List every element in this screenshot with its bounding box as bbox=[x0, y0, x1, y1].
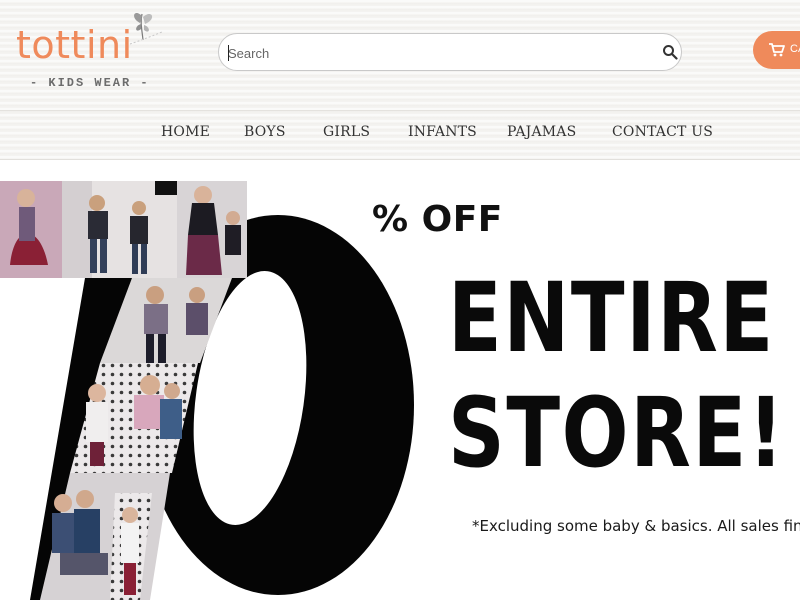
promo-headline-line1: ENTIRE bbox=[448, 262, 775, 374]
brand-logo[interactable]: tottini - KIDS WEAR - bbox=[14, 8, 164, 90]
cart-label: CA bbox=[790, 43, 800, 55]
text-caret bbox=[228, 45, 229, 61]
brand-name: tottini bbox=[16, 23, 133, 67]
promo-banner[interactable]: % OFF ENTIRE STORE! *Excluding some baby… bbox=[0, 163, 800, 600]
nav-item-infants[interactable]: INFANTS bbox=[408, 124, 477, 140]
nav-item-contact-us[interactable]: CONTACT US bbox=[612, 124, 713, 140]
nav-item-home[interactable]: HOME bbox=[161, 124, 210, 140]
promo-headline-line2: STORE! bbox=[448, 377, 786, 489]
nav-item-girls[interactable]: GIRLS bbox=[323, 124, 370, 140]
promo-percent-off: % OFF bbox=[372, 199, 503, 240]
nav-item-pajamas[interactable]: PAJAMAS bbox=[507, 124, 576, 140]
nav-item-boys[interactable]: BOYS bbox=[244, 124, 286, 140]
brand-tagline: - KIDS WEAR - bbox=[30, 76, 150, 90]
promo-disclaimer: *Excluding some baby & basics. All sales… bbox=[472, 517, 800, 535]
site-header: tottini - KIDS WEAR - CA HOME BOYS GIRLS… bbox=[0, 0, 800, 160]
search-bar[interactable] bbox=[218, 33, 682, 71]
seventy-percent-photo-collage bbox=[0, 181, 414, 600]
butterfly-icon bbox=[129, 13, 163, 45]
shopping-cart-icon bbox=[769, 43, 785, 57]
cart-button[interactable]: CA bbox=[753, 31, 800, 69]
search-icon[interactable] bbox=[662, 44, 678, 60]
search-input[interactable] bbox=[228, 43, 648, 63]
nav-divider bbox=[0, 110, 800, 111]
